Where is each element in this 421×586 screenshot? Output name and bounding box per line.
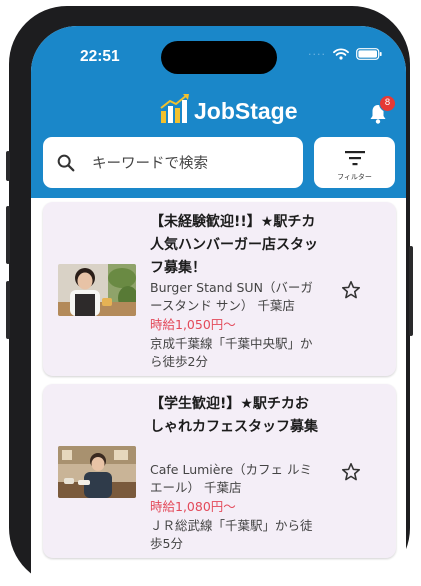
job-title: 【学生歓迎!】★駅チカおしゃれカフェスタッフ募集: [150, 396, 318, 435]
filter-icon: [345, 151, 365, 166]
job-thumbnail: [58, 264, 136, 316]
search-icon: [57, 154, 75, 171]
job-thumbnail: [58, 446, 136, 498]
job-list: 【未経験歓迎!!】★駅チカ人気ハンバーガー店スタッフ募集！ Burger Sta…: [31, 198, 406, 586]
job-access: 京成千葉線「千葉中央駅」から徒歩2分: [150, 336, 313, 369]
logo-text: JobStage: [194, 98, 298, 124]
job-card[interactable]: 【学生歓迎!】★駅チカおしゃれカフェスタッフ募集 Cafe Lumière（カフ…: [43, 384, 396, 558]
volume-up-button: [6, 206, 10, 264]
power-button: [409, 246, 413, 336]
status-time: 22:51: [80, 48, 120, 65]
job-title: 【未経験歓迎!!】★駅チカ人気ハンバーガー店スタッフ募集！: [150, 214, 318, 276]
job-access: ＪＲ総武線「千葉駅」から徒歩5分: [150, 518, 313, 551]
wifi-icon: [333, 48, 349, 60]
logo-chart-icon: [160, 94, 189, 123]
volume-down-button: [6, 281, 10, 339]
job-employer: Cafe Lumière（カフェ ルミエール） 千葉店: [150, 462, 312, 495]
battery-icon: [356, 48, 382, 60]
filter-label: フィルター: [337, 173, 372, 181]
dynamic-island: [161, 41, 277, 74]
star-outline-icon[interactable]: [340, 461, 362, 483]
notification-badge: 8: [379, 95, 396, 112]
action-button: [6, 151, 10, 181]
job-employer: Burger Stand SUN（バーガースタンド サン） 千葉店: [150, 280, 313, 313]
search-placeholder: キーワードで検索: [92, 156, 208, 172]
phone-frame: 22:51 ···· JobStage 8 キーワードで検索 フィルター 【未経…: [6, 6, 413, 586]
signal-dots: ····: [308, 47, 326, 61]
filter-button[interactable]: フィルター: [314, 137, 395, 188]
app-header: 22:51 ···· JobStage 8 キーワードで検索 フィルター: [31, 26, 406, 198]
job-wage: 時給1,050円～: [150, 317, 236, 332]
job-card[interactable]: 【未経験歓迎!!】★駅チカ人気ハンバーガー店スタッフ募集！ Burger Sta…: [43, 202, 396, 376]
status-icons: ····: [308, 48, 382, 60]
app-screen: 22:51 ···· JobStage 8 キーワードで検索 フィルター 【未経…: [31, 26, 406, 586]
star-outline-icon[interactable]: [340, 279, 362, 301]
search-input[interactable]: キーワードで検索: [43, 137, 303, 188]
job-wage: 時給1,080円～: [150, 499, 236, 514]
app-logo: JobStage: [159, 92, 298, 124]
